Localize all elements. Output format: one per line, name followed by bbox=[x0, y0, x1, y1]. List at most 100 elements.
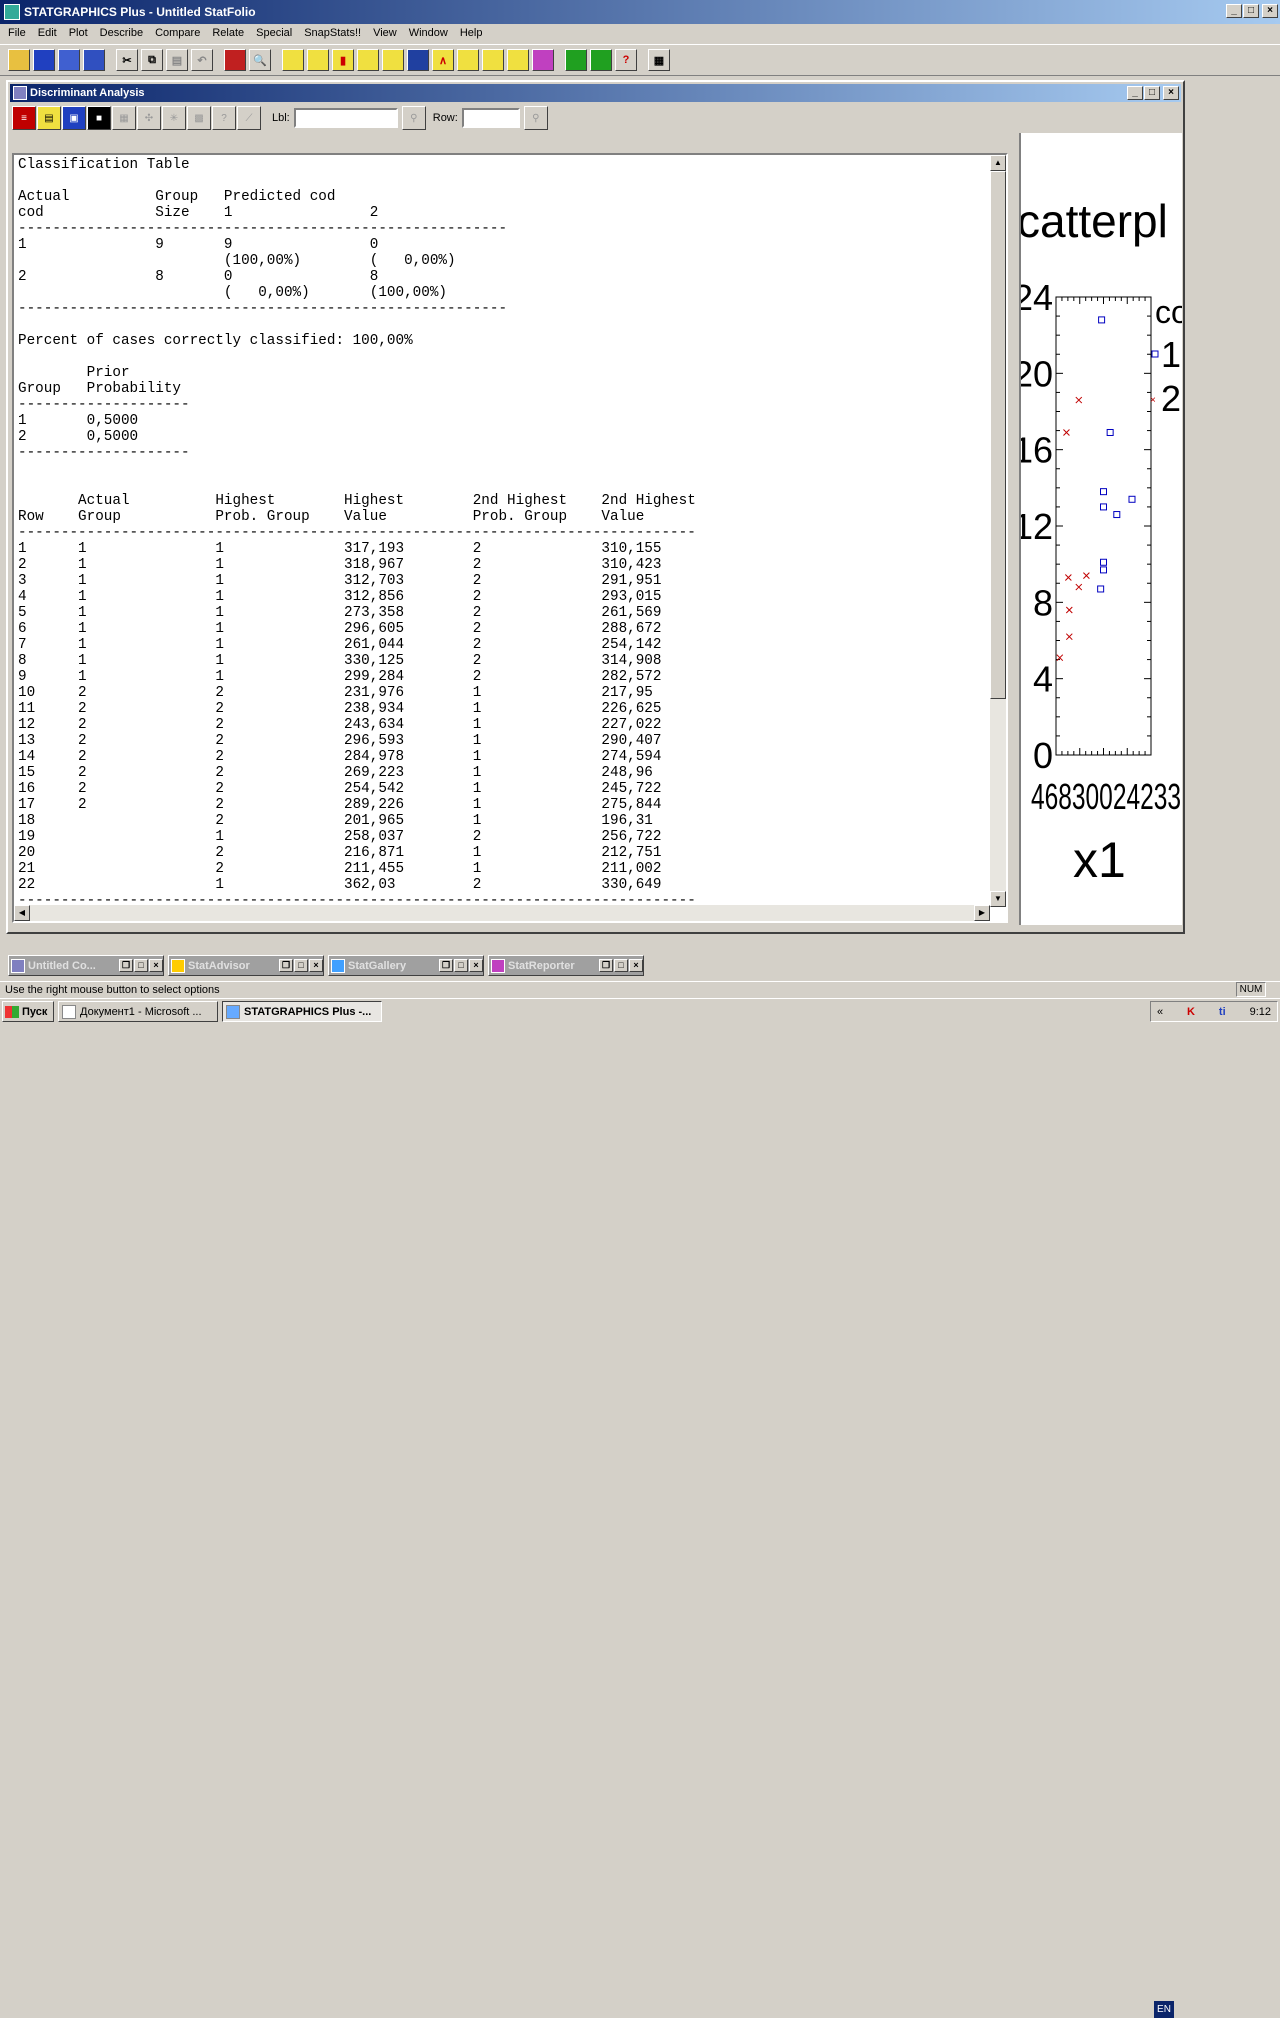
regression-icon[interactable] bbox=[382, 49, 404, 71]
minimized-statreporter[interactable]: StatReporter ❐ □ × bbox=[488, 955, 644, 976]
maximize-button[interactable]: □ bbox=[454, 959, 468, 972]
print-preview-icon[interactable]: 🔍 bbox=[249, 49, 271, 71]
open-folder-icon[interactable] bbox=[8, 49, 30, 71]
minimized-untitled-comments[interactable]: Untitled Co... ❐ □ × bbox=[8, 955, 164, 976]
lbl-field[interactable] bbox=[293, 108, 398, 128]
menu-special[interactable]: Special bbox=[250, 27, 298, 39]
input-dialog-icon[interactable]: ≡ bbox=[12, 106, 36, 130]
restore-button[interactable]: ❐ bbox=[599, 959, 613, 972]
save-icon[interactable] bbox=[33, 49, 55, 71]
data-point-group-2 bbox=[1075, 583, 1083, 591]
close-button[interactable]: × bbox=[149, 959, 163, 972]
tray-expand-icon[interactable]: « bbox=[1157, 1006, 1163, 1018]
task-word-document[interactable]: Документ1 - Microsoft ... bbox=[58, 1001, 218, 1022]
scroll-right-arrow-icon[interactable]: ▶ bbox=[974, 905, 990, 921]
maximize-button[interactable]: □ bbox=[294, 959, 308, 972]
scroll-down-arrow-icon[interactable]: ▼ bbox=[990, 891, 1006, 907]
row-field[interactable] bbox=[461, 108, 520, 128]
close-button[interactable]: × bbox=[469, 959, 483, 972]
task-statgraphics[interactable]: STATGRAPHICS Plus -... bbox=[222, 1001, 382, 1022]
maximize-button[interactable]: □ bbox=[1243, 4, 1259, 18]
minimized-statgallery[interactable]: StatGallery ❐ □ × bbox=[328, 955, 484, 976]
scroll-left-arrow-icon[interactable]: ◀ bbox=[14, 905, 30, 921]
menu-window[interactable]: Window bbox=[403, 27, 454, 39]
analysis-window-icon[interactable] bbox=[13, 86, 27, 100]
identify-icon[interactable]: ? bbox=[212, 106, 236, 130]
minimize-button[interactable]: _ bbox=[1226, 4, 1242, 18]
close-button[interactable]: × bbox=[309, 959, 323, 972]
close-button[interactable]: × bbox=[1262, 4, 1278, 18]
minimized-label: StatGallery bbox=[348, 959, 407, 972]
scroll-up-arrow-icon[interactable]: ▲ bbox=[990, 155, 1006, 171]
tabular-options-icon[interactable]: ▤ bbox=[37, 106, 61, 130]
summary-stats-icon[interactable] bbox=[307, 49, 329, 71]
doc-maximize-button[interactable]: □ bbox=[1144, 86, 1160, 100]
calculator-icon[interactable]: ▦ bbox=[648, 49, 670, 71]
app-title-bar[interactable]: STATGRAPHICS Plus - Untitled StatFolio _… bbox=[0, 0, 1280, 24]
scatterplot-pane[interactable]: catterpl 24 20 16 12 8 4 046830024233 x1 co 1 × 2 bbox=[1019, 133, 1182, 925]
class-row-1b: (100,00%) ( 0,00%) bbox=[18, 253, 456, 269]
data-point-group-1 bbox=[1106, 428, 1114, 436]
lbl-search-icon[interactable]: ⚲ bbox=[401, 106, 426, 130]
scatterplot-icon[interactable] bbox=[282, 49, 304, 71]
menu-edit[interactable]: Edit bbox=[32, 27, 63, 39]
maximize-button[interactable]: □ bbox=[614, 959, 628, 972]
kaspersky-icon[interactable]: K bbox=[1187, 1006, 1195, 1018]
cut-icon[interactable]: ✂ bbox=[116, 49, 138, 71]
experiment-design-icon[interactable] bbox=[507, 49, 529, 71]
tray-app-icon[interactable]: ti bbox=[1219, 1006, 1226, 1018]
restore-button[interactable]: ❐ bbox=[119, 959, 133, 972]
barchart-icon[interactable]: ▮ bbox=[332, 49, 354, 71]
brush-icon[interactable]: ▩ bbox=[187, 106, 211, 130]
close-button[interactable]: × bbox=[629, 959, 643, 972]
menu-file[interactable]: File bbox=[2, 27, 32, 39]
compare-icon[interactable] bbox=[357, 49, 379, 71]
classification-title: Classification Table bbox=[18, 157, 190, 173]
language-indicator[interactable]: EN bbox=[1154, 2001, 1174, 2018]
doc-close-button[interactable]: × bbox=[1163, 86, 1179, 100]
stat-wizard-icon[interactable] bbox=[590, 49, 612, 71]
paste-icon[interactable]: ▤ bbox=[166, 49, 188, 71]
menu-compare[interactable]: Compare bbox=[149, 27, 206, 39]
task-label: Документ1 - Microsoft ... bbox=[80, 1005, 202, 1018]
menu-describe[interactable]: Describe bbox=[94, 27, 149, 39]
start-button[interactable]: Пуск bbox=[2, 1001, 54, 1022]
control-chart-icon[interactable] bbox=[457, 49, 479, 71]
help-icon[interactable]: ? bbox=[615, 49, 637, 71]
undo-icon[interactable]: ↶ bbox=[191, 49, 213, 71]
text-output-pane[interactable]: Classification Table Actual Group Predic… bbox=[12, 153, 1008, 923]
multivariate-icon[interactable] bbox=[482, 49, 504, 71]
vertical-scrollbar[interactable]: ▲ ▼ bbox=[990, 155, 1006, 907]
classification-row: 7 1 1 261,044 2 254,142 bbox=[18, 637, 662, 653]
exclude-points-icon[interactable]: ✳ bbox=[162, 106, 186, 130]
timeseries-icon[interactable] bbox=[407, 49, 429, 71]
distribution-icon[interactable]: ∧ bbox=[432, 49, 454, 71]
menu-help[interactable]: Help bbox=[454, 27, 489, 39]
datasheet-icon[interactable] bbox=[58, 49, 80, 71]
minimized-statadvisor[interactable]: StatAdvisor ❐ □ × bbox=[168, 955, 324, 976]
horizontal-scrollbar[interactable]: ◀ ▶ bbox=[14, 905, 990, 921]
restore-button[interactable]: ❐ bbox=[279, 959, 293, 972]
pane-options-icon[interactable]: ✣ bbox=[137, 106, 161, 130]
doc-title-bar[interactable]: Discriminant Analysis _ □ × bbox=[10, 84, 1181, 102]
save-data-icon[interactable] bbox=[83, 49, 105, 71]
menu-relate[interactable]: Relate bbox=[206, 27, 250, 39]
graphical-options-icon[interactable]: ▣ bbox=[62, 106, 86, 130]
menu-view[interactable]: View bbox=[367, 27, 403, 39]
scroll-thumb[interactable] bbox=[990, 171, 1006, 699]
copy-icon[interactable]: ⧉ bbox=[141, 49, 163, 71]
save-results-icon[interactable]: ■ bbox=[87, 106, 111, 130]
analysis-options-icon[interactable]: ▦ bbox=[112, 106, 136, 130]
classification-row: 13 2 2 296,593 1 290,407 bbox=[18, 733, 662, 749]
print-icon[interactable] bbox=[224, 49, 246, 71]
menu-plot[interactable]: Plot bbox=[63, 27, 94, 39]
row-search-icon[interactable]: ⚲ bbox=[523, 106, 548, 130]
menu-snapstats[interactable]: SnapStats!! bbox=[298, 27, 367, 39]
restore-button[interactable]: ❐ bbox=[439, 959, 453, 972]
locate-icon[interactable]: ⟋ bbox=[237, 106, 261, 130]
statgraphics-app-icon[interactable] bbox=[4, 4, 20, 20]
statadvisor-icon[interactable] bbox=[565, 49, 587, 71]
doc-minimize-button[interactable]: _ bbox=[1127, 86, 1143, 100]
glm-icon[interactable] bbox=[532, 49, 554, 71]
maximize-button[interactable]: □ bbox=[134, 959, 148, 972]
